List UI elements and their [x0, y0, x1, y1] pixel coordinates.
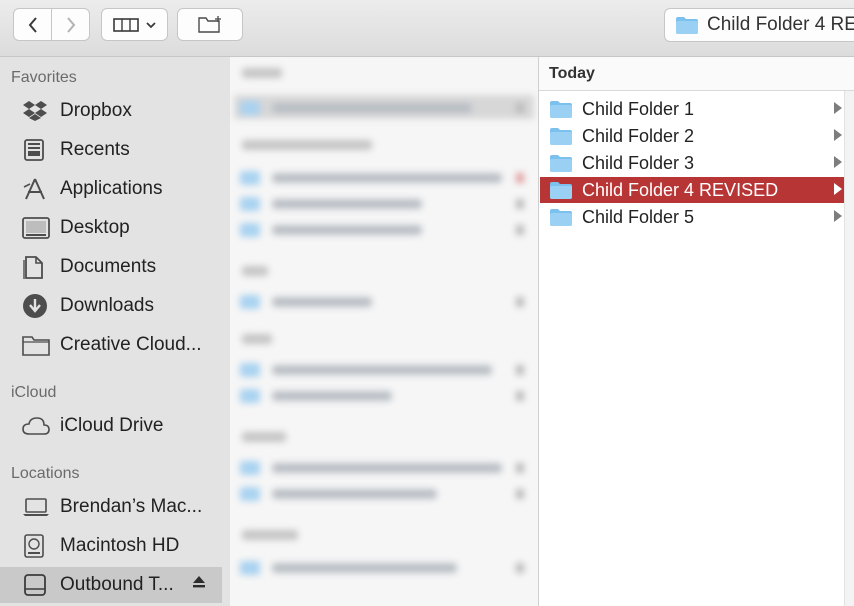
folder-label: Child Folder 5: [582, 206, 695, 227]
back-button[interactable]: [14, 9, 51, 40]
disclosure-arrow-icon: [834, 156, 842, 168]
folder-label: Child Folder 2: [582, 125, 695, 146]
documents-icon: [23, 256, 43, 279]
sidebar-item-recents[interactable]: Recents: [0, 132, 222, 168]
folder-row-child-folder-4-revised[interactable]: Child Folder 4 REVISED: [540, 177, 846, 203]
sidebar-item-documents[interactable]: Documents: [0, 249, 222, 285]
recents-icon: [24, 139, 44, 161]
laptop-icon: [23, 498, 49, 516]
section-favorites: Favorites: [11, 69, 77, 86]
folder-label: Child Folder 1: [582, 98, 695, 119]
cloud-icon: [22, 417, 50, 435]
section-locations: Locations: [11, 465, 80, 482]
applications-icon: [23, 178, 45, 200]
folder-row-child-folder-3[interactable]: Child Folder 3: [540, 150, 846, 176]
forward-button[interactable]: [51, 9, 89, 40]
sidebar-item-macintosh-hd[interactable]: Macintosh HD: [0, 528, 222, 564]
child-folders-column: Today Child Folder 1 Child Folder 2 Chil…: [538, 57, 854, 606]
new-folder-button[interactable]: [177, 8, 243, 41]
sidebar-item-desktop[interactable]: Desktop: [0, 210, 222, 246]
folder-row-child-folder-2[interactable]: Child Folder 2: [540, 123, 846, 149]
folder-icon: [22, 336, 50, 356]
folder-icon: [550, 154, 572, 172]
view-mode-button[interactable]: [101, 8, 168, 41]
folder-icon: [676, 16, 698, 34]
sidebar-item-outbound-drive[interactable]: Outbound T...: [0, 567, 222, 603]
folder-icon: [550, 208, 572, 226]
path-button[interactable]: Child Folder 4 REVISED: [664, 8, 854, 42]
chevron-left-icon: [28, 16, 37, 33]
parent-column-blurred: [230, 57, 538, 606]
toolbar: Child Folder 4 REVISED: [0, 0, 854, 57]
folder-label: Child Folder 3: [582, 152, 695, 173]
columns-view-icon: [112, 17, 139, 32]
folder-row-child-folder-5[interactable]: Child Folder 5: [540, 204, 846, 230]
eject-icon[interactable]: [192, 575, 206, 589]
disclosure-arrow-icon: [834, 183, 842, 195]
desktop-icon: [22, 217, 50, 239]
downloads-icon: [23, 294, 47, 318]
column-header-label: Today: [549, 65, 595, 82]
hard-drive-icon: [24, 534, 44, 558]
sidebar-item-macbook[interactable]: Brendan’s Mac...: [0, 489, 222, 525]
folder-icon: [550, 100, 572, 118]
sidebar-item-creative-cloud[interactable]: Creative Cloud...: [0, 327, 222, 363]
sidebar: Favorites Dropbox Recents Applications D…: [0, 57, 230, 606]
new-folder-icon: [198, 15, 221, 33]
column-header: Today: [539, 57, 854, 91]
sidebar-item-downloads[interactable]: Downloads: [0, 288, 222, 324]
path-label: Child Folder 4 REVISED: [707, 14, 854, 35]
sidebar-item-dropbox[interactable]: Dropbox: [0, 93, 222, 129]
disclosure-arrow-icon: [834, 102, 842, 114]
sidebar-item-icloud-drive[interactable]: iCloud Drive: [0, 408, 222, 444]
chevron-down-icon: [145, 21, 156, 28]
navigation-buttons: [13, 8, 90, 41]
disclosure-arrow-icon: [834, 129, 842, 141]
folder-icon: [550, 181, 572, 199]
section-icloud: iCloud: [11, 384, 57, 401]
sidebar-item-applications[interactable]: Applications: [0, 171, 222, 207]
folder-icon: [550, 127, 572, 145]
external-drive-icon: [24, 574, 46, 596]
dropbox-icon: [23, 101, 47, 121]
column-scrollbar[interactable]: [844, 91, 854, 606]
disclosure-arrow-icon: [834, 210, 842, 222]
chevron-right-icon: [66, 16, 75, 33]
folder-label: Child Folder 4 REVISED: [582, 179, 779, 200]
folder-row-child-folder-1[interactable]: Child Folder 1: [540, 96, 846, 122]
